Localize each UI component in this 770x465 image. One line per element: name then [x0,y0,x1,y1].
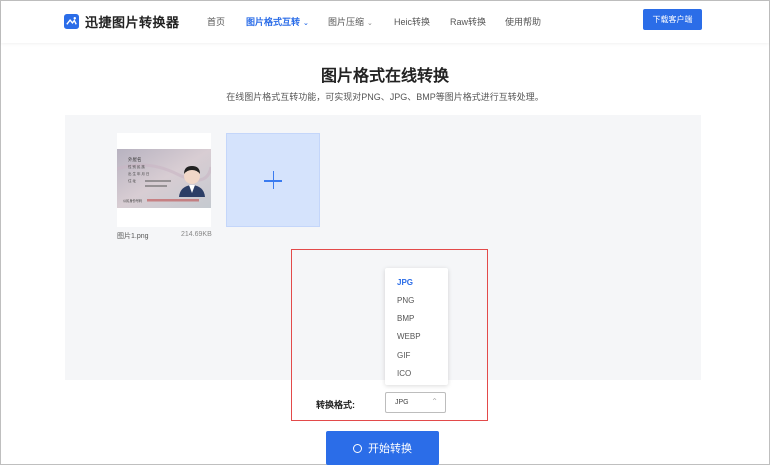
logo[interactable]: 迅捷图片转换器 [64,12,180,31]
nav-item-heic[interactable]: Heic转换 [394,15,430,28]
format-option-ico[interactable]: ICO [397,369,411,378]
chevron-down-icon: ⌄ [367,20,373,27]
start-button-label: 开始转换 [368,443,412,455]
logo-text: 迅捷图片转换器 [85,15,180,30]
format-option-gif[interactable]: GIF [397,351,410,360]
id-line4-text: 住 址 [128,178,136,183]
format-option-jpg[interactable]: JPG [397,278,413,287]
nav-label: Heic转换 [394,17,431,27]
nav-label: 首页 [207,17,226,27]
page-title: 图片格式在线转换 [320,68,449,85]
id-card-image: 外屋名 性 别 民 族 出 生 年 月 日 住 址 公民身份号码 [117,149,211,208]
id-line2-text: 性 别 民 族 [128,164,145,169]
start-convert-button[interactable]: 开始转换 [326,431,439,465]
file-size: 214.69KB [181,231,212,238]
format-option-webp[interactable]: WEBP [397,332,421,341]
format-option-png[interactable]: PNG [397,296,414,305]
add-image-button[interactable] [226,133,320,227]
nav-item-raw[interactable]: Raw转换 [450,15,486,28]
format-select-value: JPG [395,399,409,406]
circle-icon [353,443,362,453]
nav-item-home[interactable]: 首页 [207,15,225,28]
logo-icon [64,14,79,29]
nav-item-help[interactable]: 使用帮助 [505,15,541,28]
file-name: 图片1.png [117,233,149,240]
id-name-text: 外屋名 [128,156,142,163]
format-dropdown-menu: JPG PNG BMP WEBP GIF ICO [385,268,448,385]
id-line3-text: 出 生 年 月 日 [128,171,149,176]
nav-label: 图片格式互转 [246,17,301,27]
download-client-button[interactable]: 下载客户端 [643,9,702,30]
nav-label: Raw转换 [450,17,487,27]
chevron-up-icon: ⌃ [431,397,438,406]
nav-label: 图片压缩 [328,17,365,27]
format-option-bmp[interactable]: BMP [397,314,414,323]
id-number-label: 公民身份号码 [123,198,142,203]
top-navigation-bar: 迅捷图片转换器 首页 图片格式互转 ⌄ 图片压缩 ⌄ Heic转换 Raw转换 使用… [1,1,769,43]
format-select[interactable]: JPG ⌃ [385,392,446,413]
chevron-down-icon: ⌄ [303,20,309,27]
nav-item-format-convert[interactable]: 图片格式互转 ⌄ [246,15,309,28]
nav-item-compress[interactable]: 图片压缩 ⌄ [328,15,373,28]
uploaded-file-thumbnail[interactable]: 外屋名 性 别 民 族 出 生 年 月 日 住 址 公民身份号码 [117,133,211,227]
format-label: 转换格式: [316,400,355,410]
nav-label: 使用帮助 [505,17,542,27]
page-subtitle: 在线图片格式互转功能，可实现对PNG、JPG、BMP等图片格式进行互转处理。 [226,92,544,102]
